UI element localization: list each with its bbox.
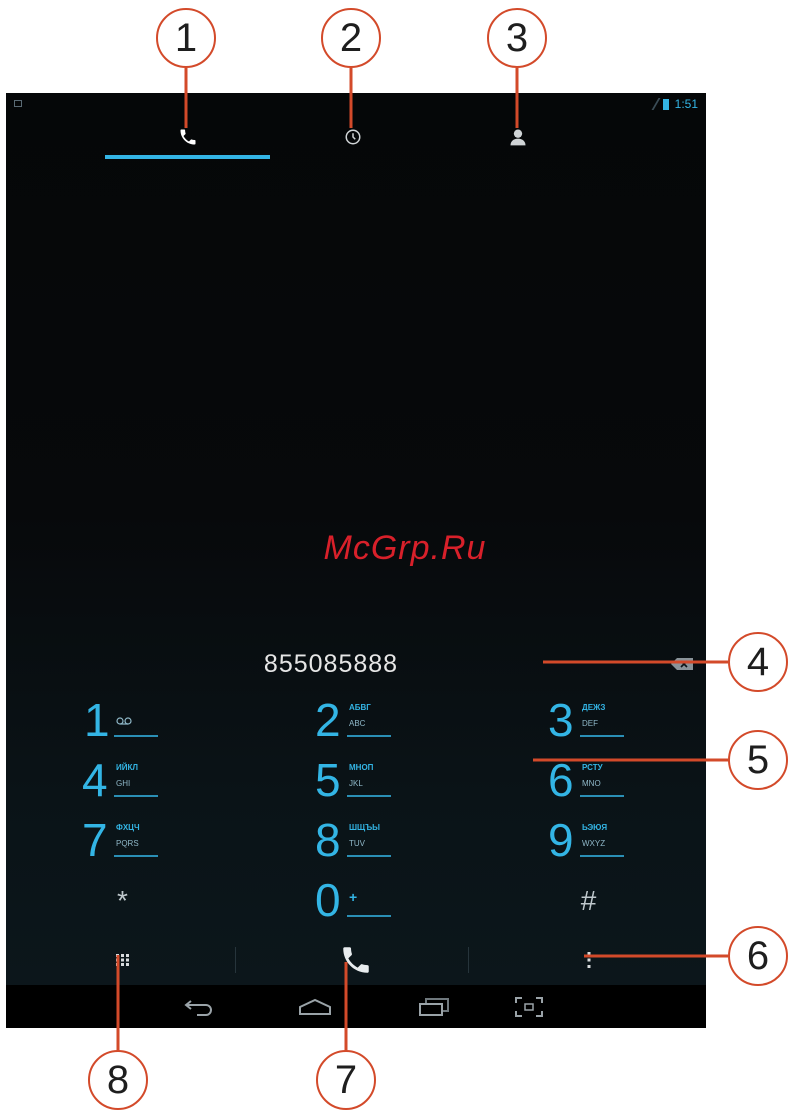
callout-5: 5 <box>728 730 788 790</box>
callout-7: 7 <box>316 1050 376 1110</box>
callout-leader-lines <box>116 68 728 1052</box>
callout-8: 8 <box>88 1050 148 1110</box>
callout-3: 3 <box>487 8 547 68</box>
callout-1: 1 <box>156 8 216 68</box>
callout-2: 2 <box>321 8 381 68</box>
callout-6: 6 <box>728 926 788 986</box>
callout-4: 4 <box>728 632 788 692</box>
